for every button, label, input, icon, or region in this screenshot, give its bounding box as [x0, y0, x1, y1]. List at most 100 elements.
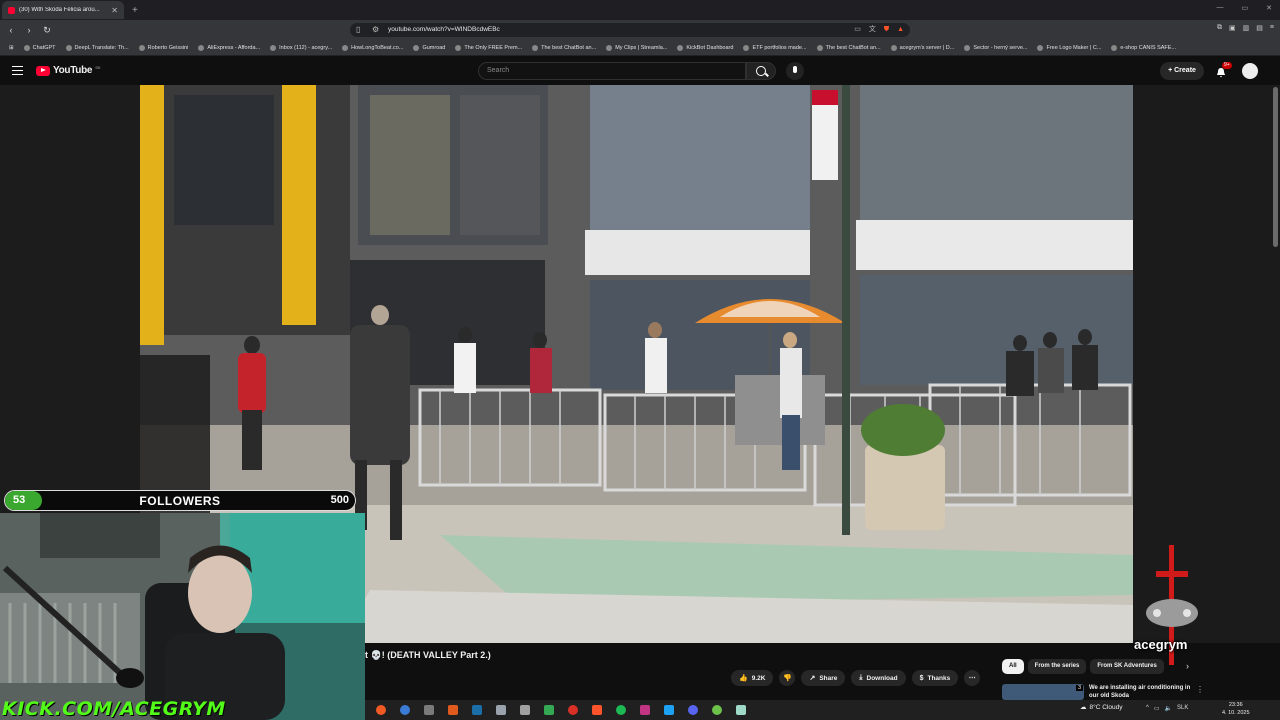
taskbar	[365, 700, 1280, 720]
maximize-icon[interactable]: ▭	[1242, 4, 1249, 12]
apps-icon[interactable]: ⊞	[4, 45, 19, 51]
bookmark-label: KickBot Dashboard	[686, 44, 734, 51]
bookmark-item[interactable]: KickBot Dashboard	[672, 44, 738, 51]
address-toolbar: ‹ › ↻ ▯ ⚙ youtube.com/watch?v=WINDBcdwEB…	[0, 20, 1280, 40]
bookmark-item[interactable]: Gumroad	[408, 44, 450, 51]
bookmark-item[interactable]: Inbox (112) - acegry...	[265, 44, 337, 51]
brave-rewards-icon[interactable]: ▲	[897, 23, 904, 37]
chevron-right-icon[interactable]: ›	[1186, 661, 1189, 671]
network-icon[interactable]: ▭	[1154, 705, 1160, 712]
bookmark-label: DeepL Translate: Th...	[74, 44, 129, 51]
download-label: Download	[866, 674, 898, 682]
weather-widget[interactable]: ☁ 8°C Cloudy	[1080, 703, 1122, 712]
discord-icon[interactable]	[688, 705, 698, 715]
bookmark-item[interactable]: Sector - herný serve...	[959, 44, 1032, 51]
close-tab-icon[interactable]: ✕	[111, 6, 118, 15]
thanks-button[interactable]: $ Thanks	[911, 670, 959, 686]
hamburger-menu-icon[interactable]	[12, 66, 23, 75]
search-button[interactable]	[746, 62, 776, 80]
menu-icon[interactable]: ≡	[1270, 24, 1274, 32]
bookmark-item[interactable]: My Clips | Streamla...	[601, 44, 672, 51]
calculator-icon[interactable]	[424, 705, 434, 715]
browser-tab[interactable]: (30) With Skoda Felicia arou... ✕	[2, 1, 124, 19]
brave-shield-icon[interactable]: ⛊	[884, 23, 889, 37]
page-scrollbar[interactable]	[1273, 87, 1278, 247]
close-window-icon[interactable]: ✕	[1266, 4, 1272, 12]
app-icon[interactable]	[520, 705, 530, 715]
youtube-favicon-icon	[8, 6, 15, 14]
bookmark-favicon-icon	[65, 44, 72, 51]
extension-icon[interactable]: ▣	[1229, 24, 1236, 32]
bookmark-item[interactable]: ETF portfolios made...	[738, 44, 811, 51]
app-icon[interactable]	[712, 705, 722, 715]
voice-search-icon[interactable]	[786, 62, 804, 80]
bookmark-item[interactable]: Free Logo Maker | C...	[1032, 44, 1106, 51]
bookmark-icon[interactable]: ▯	[356, 23, 360, 37]
chip-from-channel[interactable]: From SK Adventures	[1090, 659, 1164, 674]
bookmark-item[interactable]: The Only FREE Prem...	[450, 44, 527, 51]
back-icon[interactable]: ‹	[4, 25, 18, 35]
bookmark-label: My Clips | Streamla...	[615, 44, 668, 51]
share-button[interactable]: ↗ Share	[801, 670, 846, 686]
cast-icon[interactable]: ▭	[854, 23, 861, 37]
url-text: youtube.com/watch?v=WINDBcdwEBc	[388, 26, 500, 33]
bookmark-item[interactable]: HowLongToBeat.co...	[337, 44, 408, 51]
extension-icon[interactable]: ⧉	[1217, 24, 1222, 32]
create-button[interactable]: + Create	[1160, 62, 1204, 80]
share-label: Share	[819, 674, 838, 682]
bookmark-label: ETF portfolios made...	[752, 44, 807, 51]
browser-icon[interactable]	[400, 705, 410, 715]
app-icon[interactable]	[544, 705, 554, 715]
account-avatar[interactable]	[1242, 63, 1258, 79]
bookmark-item[interactable]: e-shop CANIS SAFE...	[1106, 44, 1181, 51]
bookmark-item[interactable]: Roberto Geissini	[134, 44, 194, 51]
bookmark-item[interactable]: DeepL Translate: Th...	[61, 44, 134, 51]
bookmark-favicon-icon	[890, 44, 897, 51]
chevron-up-icon[interactable]: ^	[1146, 705, 1149, 712]
more-actions-button[interactable]: ⋯	[964, 670, 981, 686]
bookmark-item[interactable]: AliExpress - Afforda...	[193, 44, 265, 51]
new-tab-icon[interactable]: +	[132, 5, 138, 16]
twitter-icon[interactable]	[664, 705, 674, 715]
brave-browser-icon[interactable]	[592, 705, 602, 715]
taskbar-clock[interactable]: 23:36 4. 10. 2025	[1222, 701, 1250, 717]
spotify-icon[interactable]	[616, 705, 626, 715]
video-title: t 💀! (DEATH VALLEY Part 2.)	[365, 650, 491, 660]
more-vertical-icon[interactable]: ⋮	[1196, 685, 1204, 694]
thumbs-down-icon: 👎	[783, 675, 792, 682]
reload-icon[interactable]: ↻	[40, 25, 54, 36]
dislike-button[interactable]: 👎	[779, 670, 796, 686]
search-input[interactable]: Search	[478, 62, 746, 80]
bookmark-favicon-icon	[455, 44, 462, 51]
extension-icon[interactable]: ▤	[1256, 24, 1263, 32]
sidebar-icon[interactable]: ▥	[1243, 24, 1250, 32]
app-icon[interactable]	[568, 705, 578, 715]
url-bar[interactable]: ▯ ⚙ youtube.com/watch?v=WINDBcdwEBc ▭ 文 …	[350, 23, 910, 37]
app-icon[interactable]	[736, 705, 746, 715]
bookmark-item[interactable]: acegrym's server | D...	[886, 44, 960, 51]
like-button[interactable]: 👍 9.2K	[731, 670, 774, 686]
recommended-video-thumbnail[interactable]	[1002, 684, 1084, 700]
bookmark-item[interactable]: The best ChatBot an...	[812, 44, 886, 51]
youtube-logo[interactable]: YouTube SK	[36, 65, 101, 76]
volume-icon[interactable]: 🔈	[1165, 705, 1172, 712]
site-info-icon[interactable]: ⚙	[372, 23, 379, 37]
bookmark-favicon-icon	[1111, 44, 1118, 51]
minimize-icon[interactable]: —	[1217, 4, 1224, 12]
translate-icon[interactable]: 文	[869, 23, 876, 37]
instagram-icon[interactable]	[640, 705, 650, 715]
steam-icon[interactable]	[472, 705, 482, 715]
bookmark-item[interactable]: ChatGPT	[19, 44, 61, 51]
chip-from-the-series[interactable]: From the series	[1027, 659, 1087, 674]
forward-icon[interactable]: ›	[22, 25, 36, 35]
app-icon[interactable]	[496, 705, 506, 715]
bookmark-item[interactable]: The best ChatBot an...	[527, 44, 601, 51]
recommended-video-title[interactable]: We are installing air conditioning in ou…	[1089, 684, 1199, 700]
app-icon[interactable]	[448, 705, 458, 715]
firefox-icon[interactable]	[376, 705, 386, 715]
youtube-header: YouTube SK Search + Create 9+	[0, 57, 1280, 85]
language-indicator[interactable]: SLK	[1177, 705, 1188, 712]
download-button[interactable]: ⤓ Download	[851, 670, 906, 686]
bookmarks-bar: ⊞ ChatGPT DeepL Translate: Th... Roberto G…	[0, 40, 1280, 56]
chip-all[interactable]: All	[1002, 659, 1024, 674]
